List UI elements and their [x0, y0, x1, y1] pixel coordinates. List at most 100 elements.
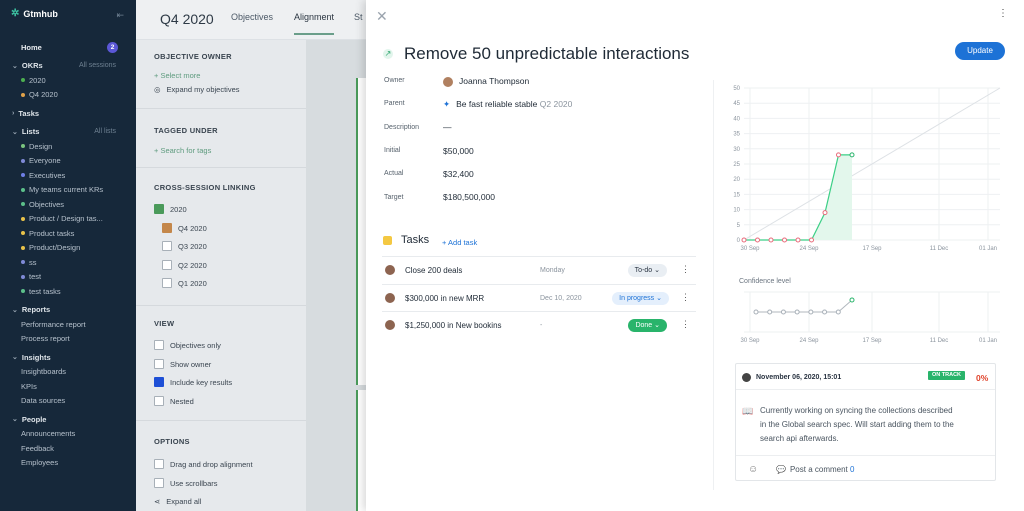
sidebar-item-home[interactable]: Home 2 — [0, 40, 136, 55]
expand-my-objectives[interactable]: ◎ Expand my objectives — [154, 85, 240, 94]
description-value[interactable]: — — [443, 122, 452, 132]
sidebar-item-list[interactable]: Product / Design tas... — [0, 212, 136, 227]
sidebar-item-insight[interactable]: KPIs — [0, 379, 136, 394]
sidebar-section-tasks[interactable]: › Tasks — [0, 106, 136, 121]
tab-objectives[interactable]: Objectives — [231, 12, 273, 22]
sidebar-item-list[interactable]: Objectives — [0, 197, 136, 212]
sidebar-item-list-label: My teams current KRs — [29, 185, 104, 195]
actual-value[interactable]: $32,400 — [443, 169, 474, 179]
post-comment-button[interactable]: 💬 Post a comment 0 — [776, 465, 854, 474]
progress-point — [809, 237, 814, 243]
sidebar-item-list[interactable]: Product/Design — [0, 241, 136, 256]
task-status-label: In progress — [619, 294, 655, 302]
sidebar-section-lists-secondary[interactable]: All lists — [94, 128, 116, 135]
divider — [136, 305, 306, 306]
sidebar-item-people[interactable]: Employees — [0, 456, 136, 471]
task-name[interactable]: $300,000 in new MRR — [405, 294, 484, 303]
task-row[interactable]: $300,000 in new MRR Dec 10, 2020 In progre… — [382, 283, 696, 311]
task-name[interactable]: $1,250,000 in New bookins — [405, 321, 502, 330]
close-icon[interactable]: ✕ — [376, 8, 388, 25]
avatar — [443, 76, 453, 87]
sidebar-item-list[interactable]: Product tasks — [0, 226, 136, 241]
session-title[interactable]: Q4 2020 — [160, 11, 214, 27]
sidebar-item-list[interactable]: test — [0, 270, 136, 285]
sidebar-section-lists-label: Lists — [21, 127, 40, 137]
view-checkbox[interactable] — [154, 358, 164, 369]
logo-text: Gtmhub — [23, 8, 58, 19]
sidebar-section-insights[interactable]: ⌄ Insights — [0, 350, 136, 365]
task-status-label: To-do — [634, 267, 653, 274]
add-reaction-icon[interactable]: ☺ — [748, 464, 758, 475]
initial-value[interactable]: $50,000 — [443, 146, 474, 156]
sidebar-item-okr[interactable]: 2020 — [0, 73, 136, 88]
task-menu-icon[interactable]: ⋮ — [681, 319, 690, 330]
sidebar-item-list[interactable]: test tasks — [0, 284, 136, 299]
target-value[interactable]: $180,500,000 — [443, 192, 495, 202]
task-menu-icon[interactable]: ⋮ — [681, 292, 690, 303]
select-more-link[interactable]: + Select more — [154, 71, 200, 80]
x-tick-label: 11 Dec — [930, 338, 949, 344]
sidebar-section-reports[interactable]: ⌄ Reports — [0, 303, 136, 318]
y-tick-label: 5 — [737, 223, 741, 229]
task-name[interactable]: Close 200 deals — [405, 266, 462, 275]
option-checkbox[interactable] — [154, 459, 164, 469]
task-status-dropdown[interactable]: Done ⌄ — [628, 319, 667, 332]
sidebar-item-report[interactable]: Process report — [0, 332, 136, 347]
sidebar-item-list[interactable]: ss — [0, 255, 136, 270]
expand-all[interactable]: ⋖ Expand all — [154, 497, 201, 506]
chevron-icon: ⌄ — [12, 416, 18, 424]
sidebar-item-list-label: test — [29, 272, 42, 282]
objective-title[interactable]: Remove 50 unpredictable interactions — [404, 44, 689, 64]
x-tick-label: 17 Sep — [862, 338, 882, 344]
task-row[interactable]: $1,250,000 in New bookins - Done ⌄ ⋮ — [382, 311, 696, 338]
session-checkbox[interactable] — [162, 222, 172, 233]
more-options-icon[interactable]: ⋮ — [998, 8, 1008, 19]
collapse-sidebar-icon[interactable]: ⇤ — [116, 10, 124, 21]
search-tags-link[interactable]: + Search for tags — [154, 146, 211, 155]
sidebar-item-insight[interactable]: Insightboards — [0, 365, 136, 380]
sidebar-item-list[interactable]: My teams current KRs — [0, 183, 136, 198]
alignment-canvas[interactable] — [306, 40, 368, 511]
notification-badge: 2 — [107, 41, 118, 53]
progress-point — [741, 237, 747, 243]
sidebar-section-lists[interactable]: ⌄ Lists All lists — [0, 125, 136, 140]
task-menu-icon[interactable]: ⋮ — [681, 264, 690, 275]
avatar — [385, 265, 395, 275]
session-checkbox[interactable] — [162, 259, 172, 270]
sidebar-item-list[interactable]: Executives — [0, 168, 136, 183]
sidebar-item-list[interactable]: Design — [0, 139, 136, 154]
sidebar-item-people[interactable]: Announcements — [0, 427, 136, 442]
tab-alignment[interactable]: Alignment — [294, 12, 335, 35]
view-checkbox[interactable] — [154, 340, 164, 350]
trend-icon: ↗ — [383, 49, 393, 59]
add-task-button[interactable]: + Add task — [442, 238, 477, 247]
sidebar-item-report[interactable]: Performance report — [0, 317, 136, 332]
owner-value[interactable]: Joanna Thompson — [443, 76, 529, 87]
view-checkbox[interactable] — [154, 377, 164, 387]
session-checkbox[interactable] — [162, 241, 172, 251]
logo[interactable]: ✲ Gtmhub — [11, 8, 58, 19]
sidebar-section-okrs-secondary[interactable]: All sessions — [79, 62, 116, 69]
parent-value[interactable]: ✦ Be fast reliable stable Q2 2020 — [443, 99, 572, 110]
y-tick-label: 25 — [733, 162, 740, 168]
sidebar-section-okrs[interactable]: ⌄ OKRs All sessions — [0, 59, 136, 74]
sidebar-item-okr[interactable]: Q4 2020 — [0, 88, 136, 103]
sidebar-section-okrs-label: OKRs — [21, 61, 43, 71]
tab-other[interactable]: St — [354, 12, 363, 22]
sidebar-item-insight[interactable]: Data sources — [0, 394, 136, 409]
update-button[interactable]: Update — [955, 42, 1005, 60]
session-checkbox[interactable] — [162, 278, 172, 288]
sidebar-section-people[interactable]: ⌄ People — [0, 412, 136, 427]
y-tick-label: 0 — [737, 238, 741, 244]
list-color-dot — [21, 274, 25, 279]
task-status-dropdown[interactable]: To-do ⌄ — [627, 264, 667, 277]
task-due-date: Dec 10, 2020 — [540, 294, 582, 302]
view-checkbox[interactable] — [154, 395, 164, 406]
sidebar-item-people[interactable]: Feedback — [0, 441, 136, 456]
sidebar-item-list[interactable]: Everyone — [0, 154, 136, 169]
sidebar-item-insight-label: KPIs — [21, 381, 37, 391]
session-checkbox[interactable] — [154, 204, 164, 214]
task-row[interactable]: Close 200 deals Monday To-do ⌄ ⋮ — [382, 256, 696, 283]
task-status-dropdown[interactable]: In progress ⌄ — [612, 291, 669, 305]
option-checkbox[interactable] — [154, 477, 164, 488]
